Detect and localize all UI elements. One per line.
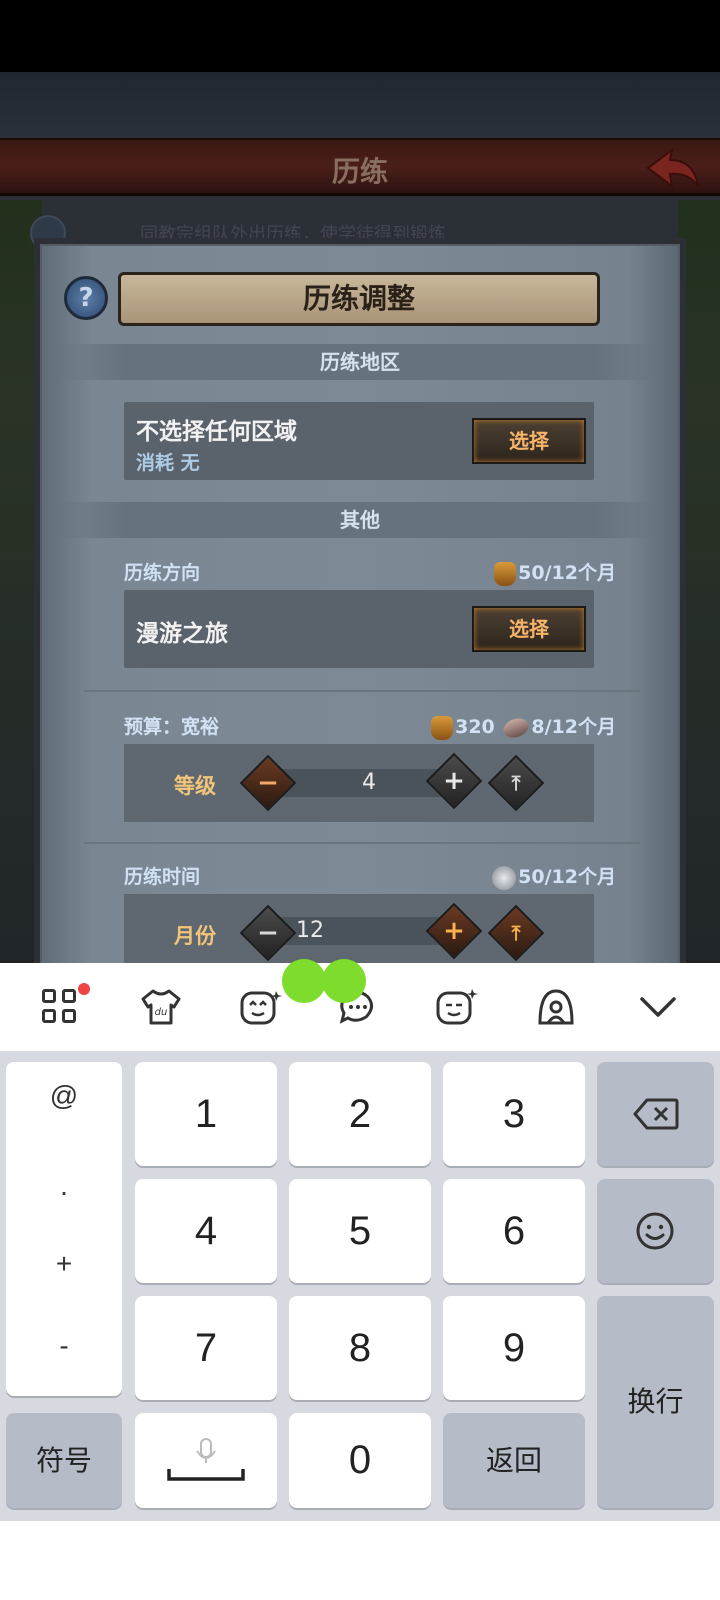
key-1[interactable]: 1 xyxy=(135,1062,277,1166)
budget-cost-bag: 320 xyxy=(455,716,495,738)
plus-symbol[interactable]: + xyxy=(6,1248,122,1280)
budget-cost-fish: 8/12个月 xyxy=(531,716,616,738)
direction-label: 历练方向 xyxy=(124,562,201,584)
level-max-button[interactable]: ⤒ xyxy=(487,754,545,812)
direction-cost: 50/12个月 xyxy=(494,558,616,586)
numeric-keyboard: du @ . + - 1 2 3 4 5 6 7 8 9 换行 符号 0 返回 xyxy=(0,959,720,1521)
fish-icon xyxy=(501,714,532,741)
divider xyxy=(84,842,640,844)
level-increase-button[interactable]: + xyxy=(425,752,483,810)
key-9[interactable]: 9 xyxy=(443,1296,585,1400)
max-arrow-icon: ⤒ xyxy=(511,771,521,795)
month-decrease-button[interactable]: − xyxy=(239,904,297,962)
status-bar xyxy=(0,0,720,72)
money-bag-icon xyxy=(494,561,517,586)
symbols-key[interactable]: 符号 xyxy=(6,1413,122,1508)
emoji-face-icon[interactable] xyxy=(238,985,282,1029)
silver-coin-icon xyxy=(492,865,517,890)
key-8[interactable]: 8 xyxy=(289,1296,431,1400)
plus-icon: + xyxy=(443,916,465,946)
region-panel: 不选择任何区域 消耗 无 选择 xyxy=(124,402,594,480)
voice-assistant-icon[interactable] xyxy=(534,985,578,1029)
backspace-key[interactable] xyxy=(597,1062,714,1166)
sticker-icon[interactable] xyxy=(434,985,478,1029)
minus-icon: − xyxy=(257,918,279,948)
plus-icon: + xyxy=(443,766,465,796)
page-title: 历练 xyxy=(331,155,388,188)
title-bar: 历练 xyxy=(0,138,720,196)
time-label: 历练时间 xyxy=(124,866,201,888)
time-cost-value: 50/12个月 xyxy=(518,866,616,888)
key-7[interactable]: 7 xyxy=(135,1296,277,1400)
region-select-button[interactable]: 选择 xyxy=(472,418,586,464)
time-cost: 50/12个月 xyxy=(492,862,616,890)
budget-cost: 320 8/12个月 xyxy=(431,712,616,741)
return-key[interactable]: 返回 xyxy=(443,1413,585,1508)
help-icon[interactable]: ? xyxy=(64,276,108,320)
bottom-blank-area xyxy=(0,1521,720,1600)
key-3[interactable]: 3 xyxy=(443,1062,585,1166)
budget-label: 预算：宽裕 xyxy=(124,716,220,738)
key-2[interactable]: 2 xyxy=(289,1062,431,1166)
level-stepper-panel: 等级 4 − + ⤒ xyxy=(124,744,594,822)
emoji-key[interactable] xyxy=(597,1179,714,1283)
game-screen: 历练 同教宗组队外出历练，使学徒得到锻炼 ? 历练调整 历练地区 不选择任何区域… xyxy=(0,0,720,963)
adjust-dialog: ? 历练调整 历练地区 不选择任何区域 消耗 无 选择 其他 历练方向 50/1… xyxy=(34,238,686,963)
backspace-icon xyxy=(633,1098,679,1130)
key-0[interactable]: 0 xyxy=(289,1413,431,1508)
minus-symbol[interactable]: - xyxy=(6,1330,122,1362)
space-key[interactable] xyxy=(135,1413,277,1508)
keyboard-toolbar: du xyxy=(0,959,720,1051)
touch-indicator xyxy=(282,959,326,1003)
region-name: 不选择任何区域 xyxy=(136,419,297,445)
month-max-button[interactable]: ⤒ xyxy=(487,904,545,962)
region-cost: 消耗 无 xyxy=(136,452,200,474)
newline-key[interactable]: 换行 xyxy=(597,1296,714,1508)
smiley-icon xyxy=(636,1212,674,1250)
apps-grid-icon[interactable] xyxy=(38,985,82,1029)
microphone-space-icon xyxy=(167,1438,245,1481)
region-section-header: 历练地区 xyxy=(50,344,670,380)
direction-name: 漫游之旅 xyxy=(136,621,228,647)
direction-panel: 漫游之旅 选择 xyxy=(124,590,594,668)
symbol-column-key[interactable]: @ . + - xyxy=(6,1062,122,1396)
key-6[interactable]: 6 xyxy=(443,1179,585,1283)
dialog-title: 历练调整 xyxy=(118,272,600,326)
back-arrow-icon[interactable] xyxy=(642,146,702,192)
month-stepper-panel: 月份 12 − + ⤒ xyxy=(124,894,594,963)
minus-icon: − xyxy=(257,768,279,798)
collapse-chevron-icon[interactable] xyxy=(636,985,680,1029)
key-4[interactable]: 4 xyxy=(135,1179,277,1283)
skin-shirt-icon[interactable]: du xyxy=(139,985,183,1029)
month-label: 月份 xyxy=(174,924,216,948)
direction-select-button[interactable]: 选择 xyxy=(472,606,586,652)
dot-symbol[interactable]: . xyxy=(6,1170,122,1202)
money-bag-icon xyxy=(431,715,454,740)
svg-text:du: du xyxy=(155,1007,168,1018)
touch-indicator xyxy=(322,959,366,1003)
divider xyxy=(84,690,640,692)
direction-cost-value: 50/12个月 xyxy=(518,562,616,584)
level-label: 等级 xyxy=(174,774,216,798)
at-symbol[interactable]: @ xyxy=(6,1080,122,1112)
max-arrow-icon: ⤒ xyxy=(511,921,521,945)
other-section-header: 其他 xyxy=(50,502,670,538)
level-decrease-button[interactable]: − xyxy=(239,754,297,812)
key-5[interactable]: 5 xyxy=(289,1179,431,1283)
notification-dot xyxy=(78,983,90,995)
month-increase-button[interactable]: + xyxy=(425,902,483,960)
